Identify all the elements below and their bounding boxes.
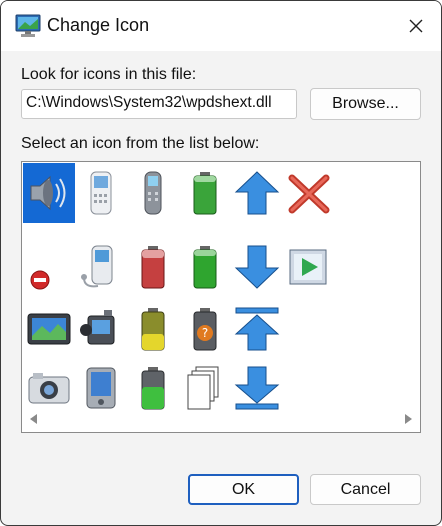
icon-gray-mobile-phone[interactable]: [127, 163, 179, 223]
download-arrow-icon: [234, 366, 280, 410]
icon-media-player[interactable]: [23, 299, 75, 359]
title-bar: Change Icon: [1, 1, 441, 51]
unknown-battery-icon: ?: [193, 308, 217, 351]
scroll-right-icon[interactable]: [405, 414, 412, 424]
icon-white-mobile-phone[interactable]: [75, 163, 127, 223]
icon-yellow-battery[interactable]: [127, 299, 179, 359]
icon-upload-to-top[interactable]: [231, 299, 283, 359]
red-battery-icon: [141, 246, 165, 289]
stop-sign-icon: [30, 270, 50, 290]
play-media-icon: [289, 249, 327, 285]
icon-video-camera[interactable]: [75, 299, 127, 359]
blue-down-arrow-icon: [234, 245, 280, 289]
close-button[interactable]: [399, 9, 433, 43]
icon-green-battery-small[interactable]: [179, 237, 231, 297]
scroll-left-icon[interactable]: [30, 414, 37, 424]
window-title: Change Icon: [47, 15, 150, 35]
music-phone-icon: [81, 245, 113, 288]
browse-button[interactable]: Browse...: [310, 88, 421, 120]
blue-up-arrow-icon: [234, 171, 280, 215]
monitor-app-icon: [15, 14, 41, 37]
icon-green-battery[interactable]: [179, 163, 231, 223]
change-icon-dialog: Change Icon Look for icons in this file:…: [0, 0, 442, 526]
white-mobile-phone-icon: [90, 171, 112, 215]
close-icon: [409, 19, 423, 33]
green-battery-tall-icon: [141, 367, 165, 410]
cancel-button[interactable]: Cancel: [310, 474, 421, 505]
upload-to-top-icon: [234, 307, 280, 351]
icon-red-x[interactable]: [283, 163, 335, 223]
icon-red-battery[interactable]: [127, 237, 179, 297]
gray-mobile-phone-icon: [144, 171, 162, 215]
icon-list[interactable]: ?: [21, 161, 421, 433]
icon-blue-up-arrow[interactable]: [231, 163, 283, 223]
green-battery-icon: [193, 172, 217, 215]
icon-music-phone[interactable]: [75, 237, 127, 297]
icon-play-media[interactable]: [283, 237, 335, 297]
svg-text:?: ?: [202, 326, 208, 340]
speaker-icon: [30, 175, 66, 211]
multi-document-icon: [187, 366, 219, 410]
ok-button[interactable]: OK: [188, 474, 299, 505]
red-x-icon: [288, 174, 330, 214]
icon-unknown-battery[interactable]: ?: [179, 299, 231, 359]
file-path-input[interactable]: C:\Windows\System32\wpdshext.dll: [21, 89, 297, 119]
pda-icon: [86, 367, 116, 409]
file-label: Look for icons in this file:: [21, 66, 197, 83]
horizontal-scrollbar[interactable]: [22, 408, 420, 432]
camera-icon: [28, 373, 70, 404]
media-player-icon: [27, 313, 71, 345]
green-battery-small-icon: [193, 246, 217, 289]
video-camera-icon: [80, 310, 115, 345]
icon-blue-down-arrow[interactable]: [231, 237, 283, 297]
icon-stop-sign[interactable]: [23, 237, 75, 297]
icon-list-label: Select an icon from the list below:: [21, 135, 260, 152]
yellow-battery-icon: [141, 308, 165, 351]
icon-speaker[interactable]: [23, 163, 75, 223]
